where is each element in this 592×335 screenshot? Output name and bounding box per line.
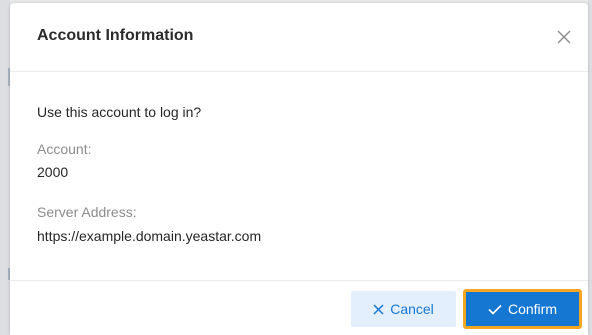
dialog-header: Account Information xyxy=(10,3,588,72)
cancel-button-label: Cancel xyxy=(390,301,434,317)
account-value: 2000 xyxy=(37,164,69,180)
account-label: Account: xyxy=(37,141,92,157)
account-information-dialog: Account Information Use this account to … xyxy=(10,3,588,335)
server-address-label: Server Address: xyxy=(37,204,137,220)
close-icon xyxy=(373,303,384,315)
close-button[interactable] xyxy=(554,27,574,47)
server-address-value: https://example.domain.yeastar.com xyxy=(37,228,262,244)
close-icon xyxy=(557,30,571,44)
cancel-button[interactable]: Cancel xyxy=(351,291,456,327)
screen: Account Information Use this account to … xyxy=(0,0,592,335)
confirm-button[interactable]: Confirm xyxy=(463,289,582,329)
dialog-title: Account Information xyxy=(37,27,194,44)
background-window-left-edge xyxy=(0,0,10,335)
background-window-right-edge xyxy=(588,0,592,335)
dialog-body: Use this account to log in? Account: 200… xyxy=(10,72,588,280)
confirm-button-label: Confirm xyxy=(507,301,557,317)
login-prompt-text: Use this account to log in? xyxy=(37,104,202,120)
check-icon xyxy=(488,304,502,315)
dialog-footer: Cancel Confirm xyxy=(10,280,588,335)
